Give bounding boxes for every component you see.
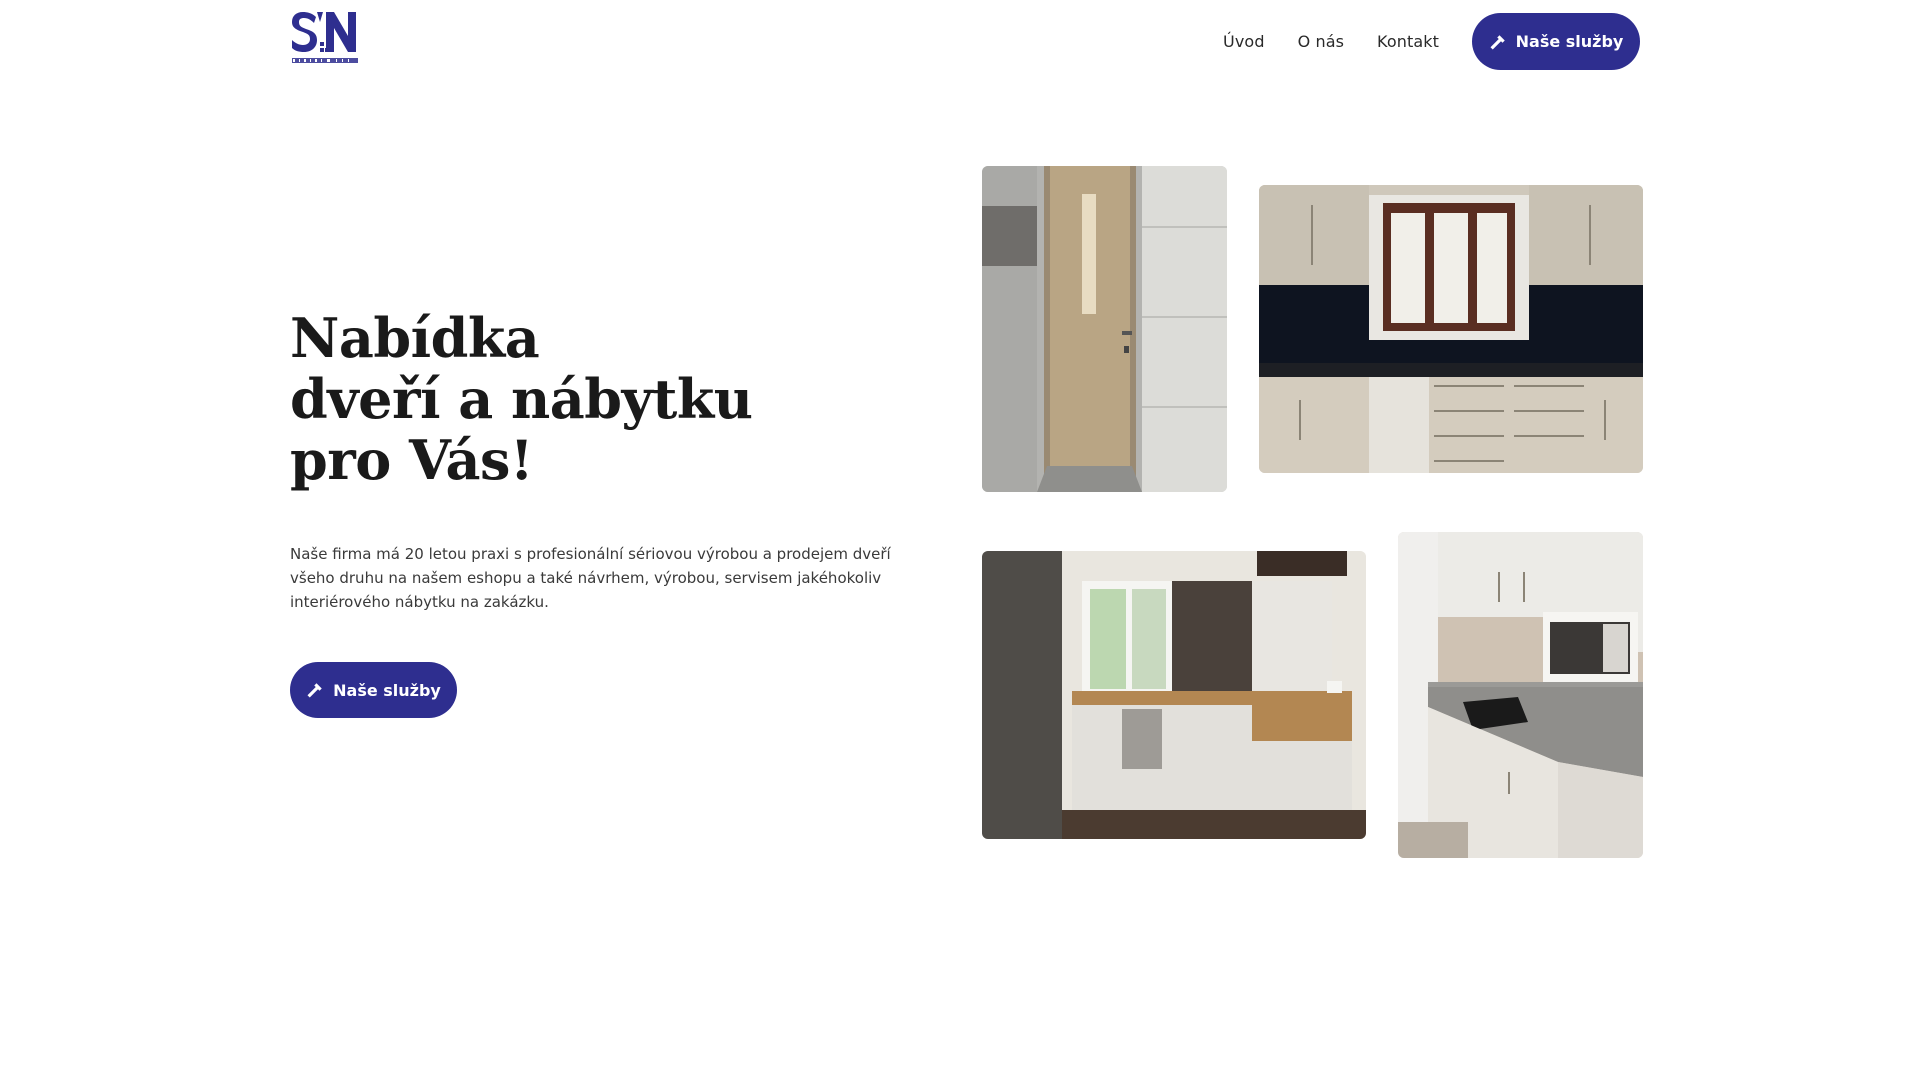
- nav-item-uvod[interactable]: Úvod: [1223, 32, 1265, 51]
- gallery-photo-white-kitchen: [1398, 532, 1643, 858]
- nav-item-kontakt[interactable]: Kontakt: [1377, 32, 1439, 51]
- brand-logo[interactable]: [290, 8, 367, 68]
- hero-title-line-2: dveří a nábytku: [290, 367, 753, 431]
- nav-services-label: Naše služby: [1515, 32, 1624, 51]
- main-nav: Úvod O nás Kontakt Naše služby: [1223, 13, 1640, 70]
- nav-item-o-nas[interactable]: O nás: [1298, 32, 1344, 51]
- hero-description: Naše firma má 20 letou praxi s profesion…: [290, 545, 891, 611]
- hero-services-button[interactable]: Naše služby: [290, 662, 457, 718]
- hero-services-label: Naše služby: [333, 680, 441, 700]
- gallery-photo-kitchen-window: [1259, 185, 1643, 473]
- hero-title-line-3: pro Vás!: [290, 428, 534, 492]
- hammer-icon: [1489, 33, 1507, 51]
- gallery-photo-door: [982, 166, 1227, 492]
- brand-logo-graphic: [292, 12, 358, 63]
- hero-title: Nabídka dveří a nábytku pro Vás!: [290, 308, 790, 491]
- hero-title-line-1: Nabídka: [290, 306, 540, 370]
- nav-services-button[interactable]: Naše služby: [1472, 13, 1640, 70]
- gallery-photo-l-kitchen: [982, 551, 1366, 839]
- hammer-icon: [306, 681, 324, 699]
